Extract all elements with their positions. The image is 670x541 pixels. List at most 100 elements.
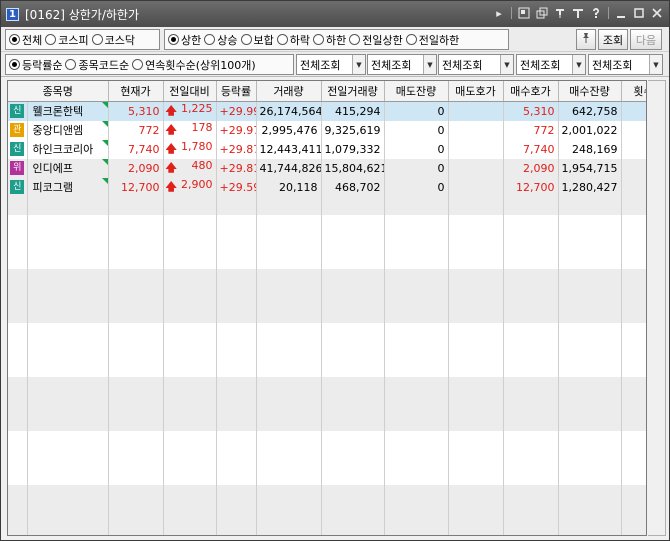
column-header[interactable]: 매도잔량 xyxy=(384,81,449,102)
column-header[interactable]: 전일대비 xyxy=(163,81,217,102)
stock-name: 하인크코리아 xyxy=(32,143,94,156)
empty-cell xyxy=(216,376,257,395)
cell-prev-volume: 15,804,621 xyxy=(321,158,385,178)
help-icon[interactable] xyxy=(588,5,604,21)
price-radio-fall[interactable]: 하락 xyxy=(276,32,310,48)
empty-cell xyxy=(503,412,559,431)
next-button[interactable]: 다음 xyxy=(630,29,662,50)
empty-cell xyxy=(27,466,109,485)
table-row[interactable]: 신웰크론한텍5,310🡅1,225+29.9926,174,564415,294… xyxy=(8,101,646,121)
cell-volume: 20,118 xyxy=(256,177,322,197)
empty-cell xyxy=(621,502,646,521)
filter-combo-4[interactable]: 전체조회 ▼ xyxy=(516,54,586,75)
cell-ask-qty: 0 xyxy=(384,101,449,121)
empty-cell xyxy=(27,430,109,449)
cell-bid-qty: 642,758 xyxy=(558,101,622,121)
change-value: 480 xyxy=(191,158,213,172)
market-radio-kospi[interactable]: 코스피 xyxy=(45,32,89,48)
empty-cell xyxy=(321,250,385,269)
empty-cell xyxy=(503,322,559,341)
empty-cell xyxy=(27,412,109,431)
empty-cell xyxy=(27,484,109,503)
cell-count: 1 xyxy=(621,158,646,178)
filter-combo-2[interactable]: 전체조회 ▼ xyxy=(367,54,437,75)
pin-window-icon[interactable] xyxy=(552,5,568,21)
empty-row xyxy=(8,448,646,467)
cell-count: 2 xyxy=(621,120,646,140)
empty-cell xyxy=(503,502,559,521)
empty-cell xyxy=(163,214,217,233)
maximize-icon[interactable] xyxy=(631,5,647,21)
stock-grid[interactable]: 종목명 현재가 전일대비 등락률 거래량 전일거래량 매도잔량 매도호가 매수호… xyxy=(7,80,647,536)
empty-cell xyxy=(558,448,622,467)
stock-name-cell[interactable]: 하인크코리아 xyxy=(27,139,109,159)
table-row[interactable]: 위인디에프2,090🡅480+29.8141,744,82615,804,621… xyxy=(8,158,646,178)
empty-cell xyxy=(163,484,217,503)
stock-name-cell[interactable]: 피코그램 xyxy=(27,177,109,197)
column-header[interactable]: 전일거래량 xyxy=(321,81,385,102)
empty-cell xyxy=(621,448,646,467)
filter-combo-3[interactable]: 전체조회 ▼ xyxy=(438,54,514,75)
column-header[interactable]: 매도호가 xyxy=(448,81,504,102)
market-radio-kosdaq[interactable]: 코스닥 xyxy=(91,32,135,48)
stock-name-cell[interactable]: 웰크론한텍 xyxy=(27,101,109,121)
empty-cell xyxy=(321,466,385,485)
sort-radio-rate[interactable]: 등락률순 xyxy=(9,57,62,73)
price-radio-upper-limit[interactable]: 상한 xyxy=(168,32,201,48)
empty-cell xyxy=(503,214,559,233)
empty-cell xyxy=(621,484,646,503)
empty-cell xyxy=(321,520,385,535)
price-radio-prev-upper-limit[interactable]: 전일상한 xyxy=(349,32,403,48)
sort-radio-code[interactable]: 종목코드순 xyxy=(65,57,129,73)
empty-cell xyxy=(108,358,164,377)
empty-cell xyxy=(108,376,164,395)
column-header[interactable]: 매수잔량 xyxy=(558,81,622,102)
sort-radio-consecutive[interactable]: 연속횟수순(상위100개) xyxy=(132,57,256,73)
close-icon[interactable] xyxy=(649,5,665,21)
copy-window-icon[interactable] xyxy=(534,5,550,21)
price-radio-flat[interactable]: 보합 xyxy=(240,32,274,48)
column-header[interactable]: 횟수 xyxy=(621,81,646,102)
filter-combo-1[interactable]: 전체조회 ▼ xyxy=(296,54,366,75)
search-button[interactable]: 조회 xyxy=(598,29,628,50)
empty-cell xyxy=(558,322,622,341)
price-radio-lower-limit[interactable]: 하한 xyxy=(313,32,346,48)
pin-button[interactable] xyxy=(576,29,596,50)
empty-cell xyxy=(108,286,164,305)
vertical-scrollbar[interactable] xyxy=(648,80,666,536)
font-size-icon[interactable] xyxy=(570,5,586,21)
column-header[interactable]: 거래량 xyxy=(256,81,322,102)
cell-bid-qty: 1,280,427 xyxy=(558,177,622,197)
empty-cell xyxy=(621,412,646,431)
column-header[interactable]: 등락률 xyxy=(216,81,257,102)
empty-cell xyxy=(27,394,109,413)
cell-count: 1 xyxy=(621,101,646,121)
minimize-icon[interactable] xyxy=(613,5,629,21)
empty-cell xyxy=(448,286,504,305)
empty-cell xyxy=(621,358,646,377)
empty-cell xyxy=(503,250,559,269)
filter-combo-5[interactable]: 전체조회 ▼ xyxy=(588,54,663,75)
table-row[interactable]: 신하인크코리아7,740🡅1,780+29.8712,443,4111,079,… xyxy=(8,139,646,159)
stock-name-cell[interactable]: 중앙디앤엠 xyxy=(27,120,109,140)
column-header[interactable]: 현재가 xyxy=(108,81,164,102)
empty-cell xyxy=(558,358,622,377)
empty-cell xyxy=(558,250,622,269)
empty-cell xyxy=(163,376,217,395)
price-radio-rise[interactable]: 상승 xyxy=(204,32,238,48)
column-header[interactable]: 종목명 xyxy=(8,81,109,102)
empty-cell xyxy=(256,520,322,535)
empty-cell xyxy=(384,250,449,269)
price-radio-prev-lower-limit[interactable]: 전일하한 xyxy=(405,32,459,48)
empty-cell xyxy=(321,484,385,503)
empty-cell xyxy=(503,340,559,359)
title-bar[interactable]: 1 [0162] 상한가/하한가 ▸ xyxy=(1,1,669,27)
link-window-icon[interactable] xyxy=(516,5,532,21)
column-header[interactable]: 매수호가 xyxy=(503,81,559,102)
empty-cell xyxy=(321,304,385,323)
market-radio-all[interactable]: 전체 xyxy=(9,32,42,48)
stock-name-cell[interactable]: 인디에프 xyxy=(27,158,109,178)
table-row[interactable]: 신피코그램12,700🡅2,900+29.5920,118468,702012,… xyxy=(8,177,646,197)
table-row[interactable]: 관중앙디앤엠772🡅178+29.972,995,4769,325,619077… xyxy=(8,120,646,140)
play-icon[interactable]: ▸ xyxy=(491,5,507,21)
